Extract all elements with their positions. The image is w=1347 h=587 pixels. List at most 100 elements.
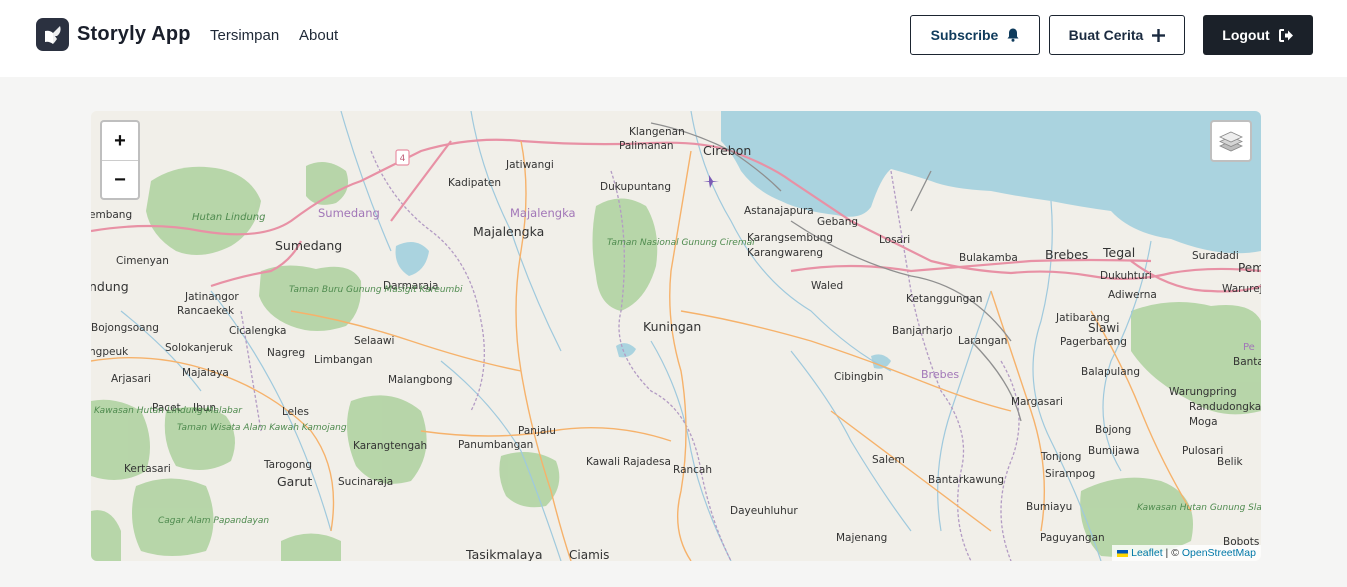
map-label: Randudongkal: [1189, 401, 1261, 413]
layers-control-button[interactable]: [1210, 120, 1252, 162]
map-label: ngpeuk: [91, 346, 129, 358]
park-sucinaraja: [281, 533, 341, 561]
map-label: Majalengka: [510, 206, 576, 220]
logout-button[interactable]: Logout: [1203, 15, 1313, 55]
map-label: Solokanjeruk: [165, 342, 234, 354]
plus-icon: [1152, 28, 1166, 42]
openstreetmap-link[interactable]: OpenStreetMap: [1182, 547, 1256, 559]
map-label: Rajadesa: [623, 456, 671, 468]
map-label: Arjasari: [111, 373, 151, 385]
map-label: Tarogong: [263, 459, 312, 471]
map-label: Sucinaraja: [338, 476, 393, 488]
bell-icon: [1007, 28, 1019, 42]
road-shield-4: 4: [395, 149, 410, 166]
logout-icon: [1278, 28, 1293, 42]
map-label: Panjalu: [518, 425, 556, 437]
map-label: Pe: [1243, 342, 1255, 353]
map-label: Tonjong: [1040, 451, 1081, 463]
map-label: Karangtengah: [353, 440, 427, 452]
map-label: Bantar: [1233, 356, 1261, 368]
ukraine-flag-icon: [1117, 549, 1129, 557]
map-label: Astanajapura: [744, 205, 814, 217]
map-label: Dayeuhluhur: [730, 505, 798, 517]
map-label: ndung: [91, 279, 129, 294]
map-label: Margasari: [1011, 396, 1063, 408]
map-label: Cagar Alam Papandayan: [158, 516, 269, 526]
map-label: Sumedang: [275, 238, 342, 253]
map-label: Brebes: [921, 368, 959, 381]
map-label: Salem: [872, 454, 905, 466]
map-label: Suradadi: [1192, 250, 1239, 262]
zoom-in-button[interactable]: +: [102, 122, 138, 161]
map-label: Kuningan: [643, 319, 701, 334]
leaflet-link[interactable]: Leaflet: [1131, 547, 1163, 559]
map-label: Slawi: [1088, 321, 1119, 335]
map-label: Majalengka: [473, 224, 544, 239]
nav-link-tersimpan[interactable]: Tersimpan: [210, 27, 279, 44]
map-label: Cimenyan: [116, 255, 169, 267]
subscribe-button[interactable]: Subscribe: [910, 15, 1040, 55]
map-label: Paguyangan: [1040, 532, 1105, 544]
brand[interactable]: Storyly App: [36, 18, 191, 51]
map-label: Tasikmalaya: [465, 547, 542, 561]
map-label: Brebes: [1045, 247, 1088, 262]
map-label: Selaawi: [354, 335, 394, 347]
logout-label: Logout: [1222, 27, 1270, 43]
nav-link-about[interactable]: About: [299, 27, 338, 44]
map-label: Pem: [1238, 261, 1261, 275]
create-story-label: Buat Cerita: [1068, 27, 1144, 43]
map-label: Jatiwangi: [505, 159, 554, 171]
create-story-button[interactable]: Buat Cerita: [1049, 15, 1185, 55]
map-label: Karangwareng: [747, 247, 823, 259]
map-label: Kawasan Hutan Gunung Slamet: [1137, 503, 1261, 513]
subscribe-label: Subscribe: [930, 27, 999, 43]
map-label: Ketanggungan: [906, 293, 982, 305]
map-label: Majenang: [836, 532, 887, 544]
map-label: Tegal: [1102, 245, 1135, 260]
map-label: Balapulang: [1081, 366, 1140, 378]
map-label: Kawasan Hutan Lindung Malabar: [94, 406, 243, 416]
map-label: Kadipaten: [448, 177, 501, 189]
map-label: Hutan Lindung: [192, 212, 265, 223]
map-label: embang: [91, 209, 132, 221]
map-label: Losari: [879, 234, 910, 246]
top-navbar: Storyly App Tersimpan About Subscribe Bu…: [0, 0, 1347, 77]
map-label: Warureja: [1222, 283, 1261, 295]
zoom-out-button[interactable]: −: [102, 161, 138, 199]
map-label: Gebang: [817, 216, 858, 228]
map-label: Kertasari: [124, 463, 171, 475]
brand-name: Storyly App: [77, 23, 191, 45]
map-label: Bulakamba: [959, 252, 1018, 264]
map-label: Banjarharjo: [892, 325, 953, 337]
book-feather-icon: [36, 18, 69, 51]
map-tiles[interactable]: 4 Klangenan Cirebon Palimanan Jatiwangi …: [91, 111, 1261, 561]
layers-icon: [1219, 131, 1243, 152]
zoom-control: + −: [100, 120, 140, 200]
map-label: Dukuhturi: [1100, 270, 1152, 282]
map-label: Sirampog: [1045, 468, 1095, 480]
map-label: Cibingbin: [834, 371, 883, 383]
map-label: Bantarkawung: [928, 474, 1004, 486]
map-label: Moga: [1189, 416, 1218, 428]
map-label: Kawali: [586, 456, 620, 468]
map-attribution: Leaflet | © OpenStreetMap: [1112, 545, 1261, 561]
map-label: Bumijawa: [1088, 445, 1139, 457]
map-label: Palimanan: [619, 140, 674, 152]
map-label: Warungpring: [1169, 386, 1237, 398]
map-label: Adiwerna: [1108, 289, 1157, 301]
map-label: Limbangan: [314, 354, 373, 366]
map-label: Waled: [811, 280, 843, 292]
map-label: Dukupuntang: [600, 181, 671, 193]
map-label: Leles: [282, 406, 309, 418]
attribution-separator: | ©: [1162, 547, 1182, 559]
map-label: Taman Buru Gunung Masigit Kareumbi: [289, 285, 463, 295]
map-label: Sumedang: [318, 206, 380, 220]
map-label: Cirebon: [703, 143, 751, 158]
map-label: Pagerbarang: [1060, 336, 1127, 348]
map-label: Panumbangan: [458, 439, 533, 451]
map-label: Taman Nasional Gunung Ciremai: [607, 238, 755, 248]
map-label: Majalaya: [182, 367, 229, 379]
map-label: Malangbong: [388, 374, 453, 386]
story-map[interactable]: 4 Klangenan Cirebon Palimanan Jatiwangi …: [91, 111, 1261, 561]
map-label: Rancaekek: [177, 305, 235, 317]
